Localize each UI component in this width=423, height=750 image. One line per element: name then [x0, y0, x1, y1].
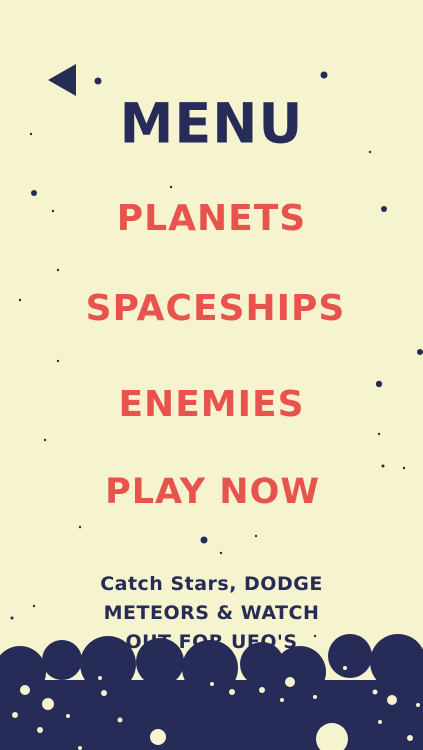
menu-screen: MENU PLANETS SPACESHIPS ENEMIES PLAY NOW… [0, 0, 423, 750]
bottom-cloud-decoration [0, 634, 423, 750]
